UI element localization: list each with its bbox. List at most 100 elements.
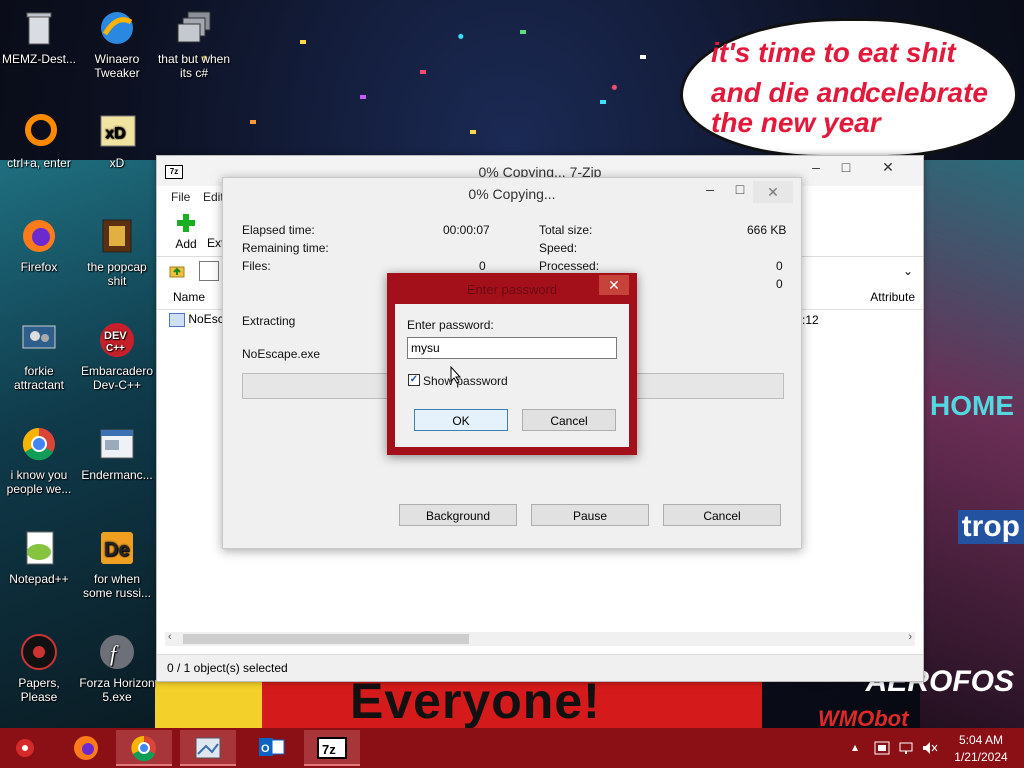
desktop-icon-xd[interactable]: xD xD	[79, 112, 155, 170]
background-button[interactable]: Background	[399, 504, 517, 526]
desktop-icon-label: ctrl+a, enter	[7, 156, 71, 170]
total-size-value: 666 KB	[747, 223, 787, 237]
column-attributes[interactable]: Attribute	[870, 290, 915, 304]
recycle-bin-icon	[26, 12, 52, 45]
desktop-icon-label: Forza Horizon 5.exe	[79, 676, 155, 704]
add-button[interactable]: Add	[171, 212, 201, 251]
desktop-icon-ctrl-a[interactable]: ctrl+a, enter	[1, 112, 77, 170]
file-list-row[interactable]: NoEsc	[169, 312, 224, 327]
volume-muted-icon[interactable]	[922, 741, 938, 755]
winaero-icon	[101, 12, 133, 44]
maximize-button[interactable]: □	[831, 156, 861, 178]
action-label: Extracting	[242, 314, 296, 328]
clock-date[interactable]: 1/21/2024	[946, 750, 1016, 764]
column-name[interactable]: Name	[173, 290, 205, 304]
confetti	[420, 70, 426, 74]
horizontal-scrollbar[interactable]: ‹ ›	[165, 631, 915, 646]
taskbar-firefox[interactable]	[58, 730, 114, 766]
confetti	[520, 30, 526, 34]
scrollbar-thumb[interactable]	[183, 634, 469, 644]
svg-text:O: O	[261, 743, 270, 755]
compressed-value: 0	[776, 277, 783, 291]
current-file: NoEscape.exe	[242, 347, 321, 361]
taskbar-7zip[interactable]: 7z	[304, 730, 360, 766]
desktop-icon-devcpp[interactable]: DEV C++ Embarcadero Dev-C++	[79, 320, 155, 392]
desktop-icon-winaero[interactable]: Winaero Tweaker	[79, 8, 155, 80]
address-dropdown-chevron-icon[interactable]: ⌄	[903, 264, 913, 278]
devcpp-icon: DEVC++	[100, 323, 134, 357]
password-input[interactable]: mysu	[407, 337, 617, 359]
wallpaper-trop-text: trop	[957, 510, 1024, 544]
desktop-icon-label: for when some russi...	[82, 572, 151, 600]
papers-please-icon	[21, 634, 57, 670]
network-icon[interactable]	[898, 741, 914, 755]
show-hidden-icons-chevron-icon[interactable]: ▴	[852, 740, 858, 754]
file-name: NoEsc	[188, 312, 224, 326]
progress-cancel-button[interactable]: Cancel	[663, 504, 781, 526]
wallpaper-home-text: HOME	[930, 390, 1014, 421]
de-icon: De	[101, 532, 133, 564]
files-value: 0	[479, 259, 486, 273]
taskbar: O 7z ▴ 5:04 AM 1/21/2024	[0, 728, 1024, 768]
desktop-icon-popcap[interactable]: the popcap shit	[79, 216, 155, 288]
svg-text:DEV: DEV	[104, 330, 127, 342]
folder-up-icon[interactable]	[169, 263, 185, 279]
chrome-icon	[22, 427, 55, 461]
svg-text:De: De	[104, 539, 130, 561]
desktop-icon-memz[interactable]: MEMZ-Dest...	[1, 8, 77, 66]
stacked-windows-icon	[177, 11, 211, 43]
desktop-icon-notepadpp[interactable]: Notepad++	[1, 528, 77, 586]
start-icon	[16, 739, 34, 757]
progress-minimize-button[interactable]: –	[695, 178, 725, 200]
elapsed-value: 00:00:07	[443, 223, 490, 237]
desktop-icon-endermanch[interactable]: Endermanc...	[79, 424, 155, 482]
7zip-statusbar: 0 / 1 object(s) selected	[157, 654, 923, 681]
desktop-icon-label: Endermanc...	[81, 468, 153, 482]
scroll-left-icon[interactable]: ‹	[168, 631, 172, 643]
desktop-icon-label: xD	[109, 156, 125, 170]
close-button[interactable]: ✕	[865, 156, 911, 178]
desktop-icon-papers[interactable]: Papers, Please	[1, 632, 77, 704]
ok-button[interactable]: OK	[414, 409, 508, 431]
svg-text:xD: xD	[105, 125, 125, 142]
password-cancel-button[interactable]: Cancel	[522, 409, 616, 431]
clock-time[interactable]: 5:04 AM	[946, 733, 1016, 747]
taskbar-network-image[interactable]	[180, 730, 236, 766]
firefox-icon	[74, 736, 98, 760]
archive-icon	[199, 261, 219, 281]
notepadpp-icon	[26, 531, 54, 565]
show-password-label[interactable]: Show password	[423, 374, 508, 388]
pause-button[interactable]: Pause	[531, 504, 649, 526]
minimize-button[interactable]: –	[801, 156, 831, 178]
confetti	[600, 100, 606, 104]
desktop-icon-de[interactable]: De for when some russi...	[79, 528, 155, 600]
taskbar-outlook[interactable]: O	[242, 730, 298, 766]
password-close-button[interactable]: ✕	[599, 275, 629, 295]
menu-edit[interactable]: Edit	[203, 190, 224, 204]
desktop-icon-forkie[interactable]: forkie attractant	[1, 320, 77, 392]
desktop-icon-label: Firefox	[20, 260, 58, 274]
mouse-cursor-icon	[450, 366, 462, 384]
network-image-icon	[195, 737, 221, 759]
show-password-checkbox[interactable]: ✓	[408, 374, 420, 386]
start-button[interactable]	[0, 730, 50, 766]
scroll-right-icon[interactable]: ›	[908, 631, 912, 643]
desktop-icon-label: MEMZ-Dest...	[2, 52, 76, 66]
desktop-icon-csharp[interactable]: that but when its c#	[156, 8, 232, 80]
progress-maximize-button[interactable]: □	[725, 178, 755, 200]
files-label: Files:	[242, 259, 271, 273]
bubble-line-1: it's time to eat shit	[711, 37, 956, 68]
processed-label: Processed:	[539, 259, 600, 273]
action-center-icon[interactable]	[874, 741, 890, 755]
menu-file[interactable]: File	[171, 190, 190, 204]
progress-close-button[interactable]: ✕	[753, 181, 793, 203]
desktop-icon-label: forkie attractant	[13, 364, 65, 392]
progress-titlebar[interactable]: 0% Copying... – □ ✕	[223, 178, 801, 208]
bubble-line-4: the new year	[711, 107, 881, 138]
taskbar-chrome[interactable]	[116, 730, 172, 766]
processed-value: 0	[776, 259, 783, 273]
desktop-icon-chrome[interactable]: i know you people we...	[1, 424, 77, 496]
desktop-icon-firefox[interactable]: Firefox	[1, 216, 77, 274]
confetti	[250, 120, 256, 124]
desktop-icon-forza[interactable]: f Forza Horizon 5.exe	[79, 632, 155, 704]
